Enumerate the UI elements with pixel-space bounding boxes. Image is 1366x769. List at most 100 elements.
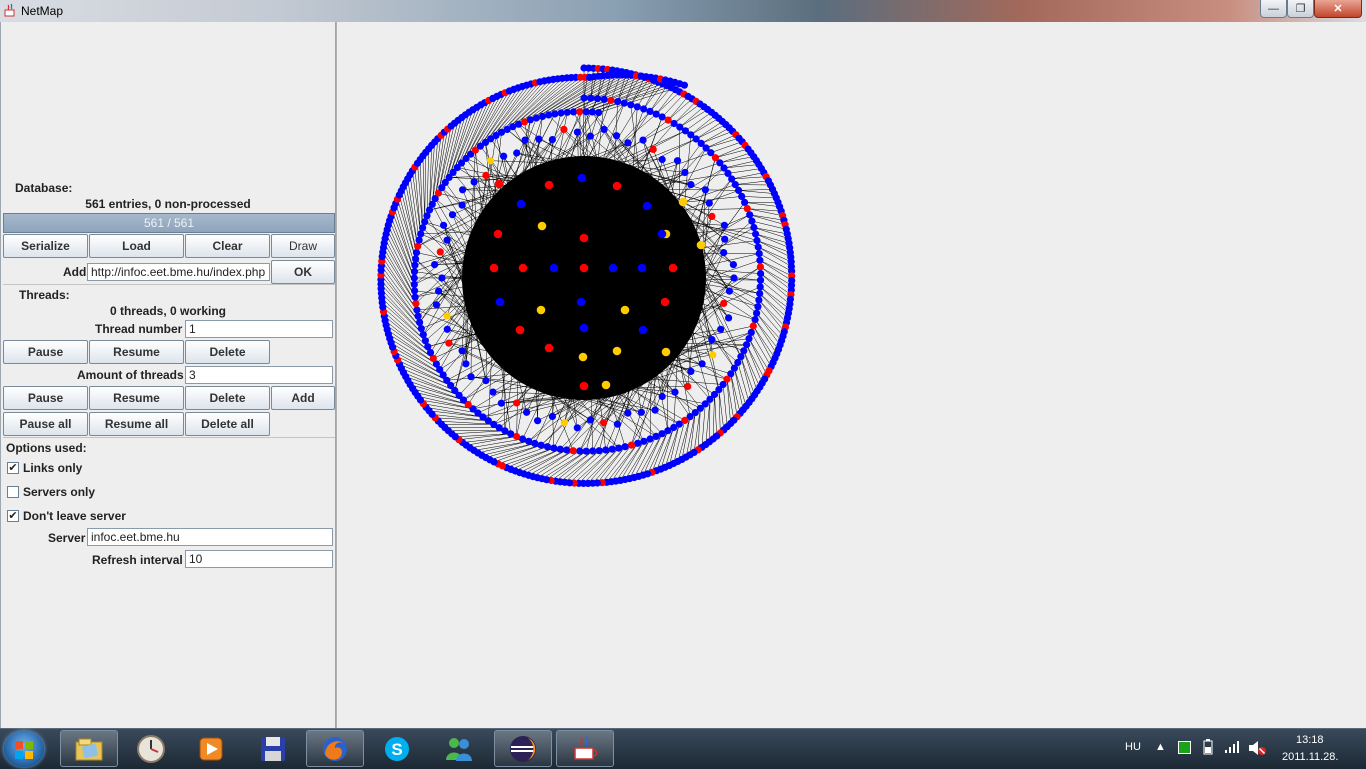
servers-only-checkbox[interactable] [7, 486, 19, 498]
graph-node [613, 347, 622, 356]
taskbar-java[interactable] [556, 730, 614, 767]
graph-edge [697, 313, 719, 390]
pause-threads-button[interactable]: Pause [3, 386, 88, 410]
taskbar-skype[interactable]: S [368, 730, 426, 767]
taskbar-firefox[interactable] [306, 730, 364, 767]
graph-edge [758, 247, 791, 267]
taskbar-clock-app[interactable] [122, 730, 180, 767]
resume-threads-button[interactable]: Resume [89, 386, 184, 410]
graph-node [416, 319, 423, 326]
threads-summary: 0 threads, 0 working [1, 304, 335, 318]
graph-canvas[interactable] [336, 22, 1366, 728]
delete-thread-button[interactable]: Delete [185, 340, 270, 364]
graph-node [587, 416, 594, 423]
pause-all-button[interactable]: Pause all [3, 412, 88, 436]
graph-node [574, 424, 581, 431]
graph-node [717, 326, 724, 333]
graph-edge [715, 395, 717, 437]
graph-node [416, 237, 423, 244]
load-button[interactable]: Load [89, 234, 184, 258]
graph-node [640, 438, 647, 445]
graph-edge [713, 395, 714, 440]
graph-node [602, 446, 609, 453]
clock-time[interactable]: 13:18 [1296, 734, 1324, 746]
graph-node [754, 303, 761, 310]
servers-only-label: Servers only [23, 485, 95, 499]
minimize-button[interactable]: — [1260, 0, 1287, 18]
taskbar-save-app[interactable] [244, 730, 302, 767]
battery-icon[interactable] [1203, 739, 1213, 755]
graph-edge [423, 156, 425, 222]
graph-edge [745, 202, 780, 206]
pause-thread-button[interactable]: Pause [3, 340, 88, 364]
graph-node [471, 178, 478, 185]
delete-all-button[interactable]: Delete all [185, 412, 270, 436]
graph-node [662, 348, 671, 357]
graph-node [720, 249, 727, 256]
clear-button[interactable]: Clear [185, 234, 270, 258]
graph-node [601, 96, 608, 103]
resume-thread-button[interactable]: Resume [89, 340, 184, 364]
thread-number-input[interactable]: 1 [185, 320, 333, 338]
graph-edge [415, 167, 421, 234]
graph-node [671, 389, 678, 396]
graph-node [730, 274, 737, 281]
start-button[interactable] [4, 731, 44, 767]
graph-node [601, 126, 608, 133]
graph-node [513, 149, 520, 156]
graph-node [580, 264, 589, 273]
graph-node [587, 133, 594, 140]
graph-node [589, 447, 596, 454]
graph-node [595, 109, 602, 116]
graph-node [415, 313, 422, 320]
taskbar-explorer[interactable] [60, 730, 118, 767]
graph-node [602, 381, 611, 390]
refresh-interval-input[interactable]: 10 [185, 550, 333, 568]
volume-muted-icon[interactable] [1249, 740, 1267, 756]
graph-node [534, 417, 541, 424]
graph-edge [734, 368, 743, 410]
tray-status-icon[interactable] [1178, 741, 1191, 754]
language-indicator[interactable]: HU [1125, 741, 1141, 753]
serialize-button[interactable]: Serialize [3, 234, 88, 258]
graph-node [412, 300, 419, 307]
graph-node [756, 290, 763, 297]
graph-node [622, 443, 629, 450]
draw-button[interactable]: Draw [271, 234, 335, 258]
graph-node [413, 249, 420, 256]
dont-leave-server-checkbox[interactable]: ✔ [7, 510, 19, 522]
ok-button[interactable]: OK [271, 260, 335, 284]
graph-edge [747, 209, 781, 212]
graph-node [438, 274, 445, 281]
taskbar-messenger[interactable] [430, 730, 488, 767]
graph-node [757, 270, 764, 277]
graph-node [638, 264, 647, 273]
taskbar-media-player[interactable] [182, 730, 240, 767]
clock-app-icon [136, 734, 166, 764]
graph-node [753, 237, 760, 244]
server-input[interactable]: infoc.eet.bme.hu [87, 528, 333, 546]
add-url-input[interactable]: http://infoc.eet.bme.hu/index.php [87, 263, 270, 281]
maximize-button[interactable]: ❐ [1287, 0, 1314, 18]
resume-all-button[interactable]: Resume all [89, 412, 184, 436]
graph-node [744, 205, 751, 212]
graph-node [658, 230, 667, 239]
links-only-checkbox[interactable]: ✔ [7, 462, 19, 474]
close-button[interactable]: ✕ [1314, 0, 1362, 18]
graph-node [756, 257, 763, 264]
clock-date[interactable]: 2011.11.28. [1282, 751, 1338, 763]
network-icon[interactable] [1225, 741, 1241, 753]
graph-node [634, 440, 641, 447]
add-threads-button[interactable]: Add [271, 386, 335, 410]
graph-node [411, 281, 418, 288]
graph-node [583, 448, 590, 455]
show-hidden-icons-icon[interactable]: ▲ [1155, 741, 1166, 753]
graph-node [570, 447, 577, 454]
amount-of-threads-input[interactable]: 3 [185, 366, 333, 384]
graph-node [413, 306, 420, 313]
graph-node [538, 222, 547, 231]
taskbar-eclipse[interactable] [494, 730, 552, 767]
delete-threads-button[interactable]: Delete [185, 386, 270, 410]
graph-edge [451, 358, 497, 386]
graph-node [435, 288, 442, 295]
